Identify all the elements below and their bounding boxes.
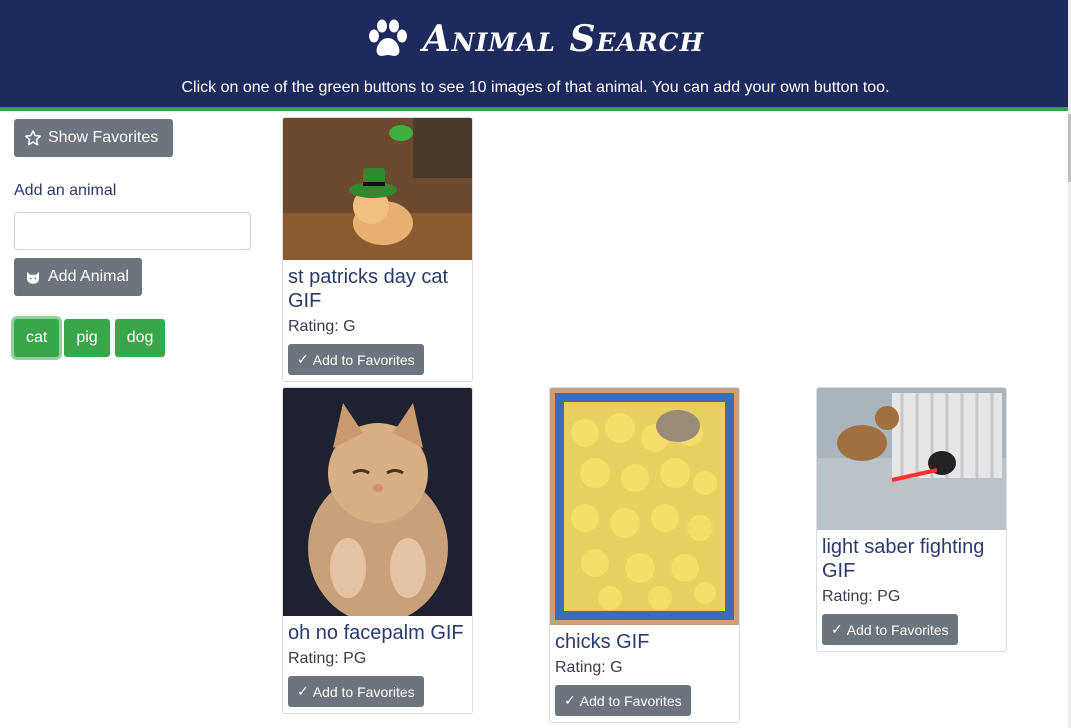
title-row: Animal Search [0, 14, 1071, 64]
page-header: Animal Search Click on one of the green … [0, 0, 1071, 111]
add-to-favorites-label: Add to Favorites [579, 692, 682, 709]
add-animal-button[interactable]: Add Animal [14, 258, 142, 296]
add-to-favorites-button[interactable]: ✓ Add to Favorites [288, 676, 424, 707]
gif-rating: Rating: PG [822, 588, 901, 605]
gif-caption: oh no facepalm GIF [288, 622, 464, 644]
gif-caption: light saber fighting GIF [822, 536, 985, 582]
add-to-favorites-label: Add to Favorites [312, 683, 415, 700]
gif-caption: chicks GIF [555, 631, 650, 653]
gif-image[interactable] [550, 388, 739, 625]
show-favorites-button[interactable]: Show Favorites [14, 119, 173, 157]
gif-image[interactable] [283, 388, 472, 616]
gif-image[interactable] [817, 388, 1006, 530]
check-icon: ✓ [831, 621, 843, 637]
gif-caption: st patricks day cat GIF [288, 266, 449, 312]
add-to-favorites-button[interactable]: ✓ Add to Favorites [822, 614, 958, 645]
cat-icon [27, 271, 39, 284]
gif-rating: Rating: G [555, 659, 623, 676]
gif-card: light saber fighting GIF Rating: PG ✓ Ad… [816, 387, 1007, 652]
add-to-favorites-button[interactable]: ✓ Add to Favorites [288, 344, 424, 375]
add-to-favorites-label: Add to Favorites [312, 351, 415, 368]
gif-image[interactable] [283, 118, 472, 260]
add-animal-label: Add an animal [14, 182, 117, 199]
paw-icon [368, 19, 407, 56]
gif-card: oh no facepalm GIF Rating: PG ✓ Add to F… [282, 387, 473, 714]
add-animal-label: Add Animal [48, 268, 129, 285]
show-favorites-label: Show Favorites [48, 129, 159, 146]
check-icon: ✓ [297, 351, 309, 367]
page-subtitle: Click on one of the green buttons to see… [181, 79, 890, 96]
gif-card: st patricks day cat GIF Rating: G ✓ Add … [282, 117, 473, 382]
animal-button-pig[interactable]: pig [64, 319, 110, 357]
star-icon [24, 130, 42, 146]
add-to-favorites-button[interactable]: ✓ Add to Favorites [555, 685, 691, 716]
animal-button-cat[interactable]: cat [14, 319, 60, 357]
gif-card: chicks GIF Rating: G ✓ Add to Favorites [549, 387, 740, 723]
check-icon: ✓ [564, 692, 576, 708]
gif-rating: Rating: G [288, 318, 356, 335]
page-title: Animal Search [422, 18, 705, 60]
animal-buttons: cat pig dog [14, 319, 166, 357]
animal-button-dog[interactable]: dog [114, 319, 166, 357]
gif-rating: Rating: PG [288, 650, 367, 667]
animal-input[interactable] [14, 212, 251, 250]
check-icon: ✓ [297, 683, 309, 699]
add-to-favorites-label: Add to Favorites [846, 621, 949, 638]
